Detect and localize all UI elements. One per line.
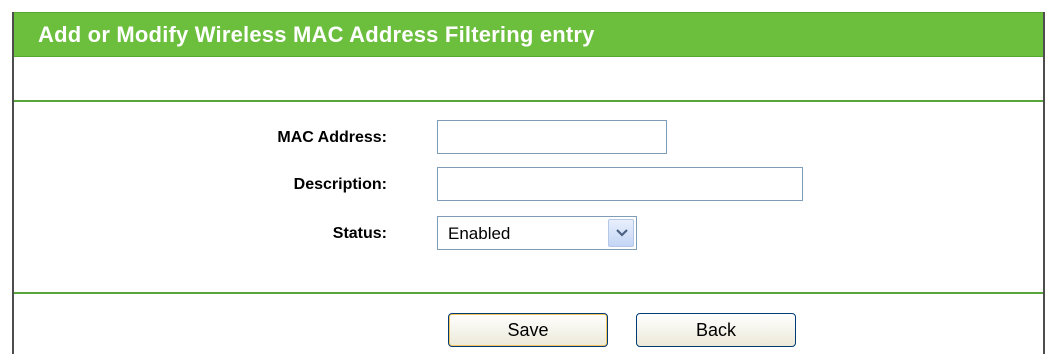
mac-address-label: MAC Address:: [277, 129, 387, 146]
back-button[interactable]: Back: [636, 313, 796, 347]
status-row: Status: Enabled: [14, 216, 1043, 252]
chevron-down-icon[interactable]: [608, 219, 634, 247]
status-label: Status:: [332, 225, 387, 242]
description-label: Description:: [293, 176, 387, 193]
content-frame: Add or Modify Wireless MAC Address Filte…: [12, 12, 1045, 354]
bottom-divider: [14, 292, 1043, 294]
save-button[interactable]: Save: [448, 313, 608, 347]
page-title: Add or Modify Wireless MAC Address Filte…: [38, 22, 595, 47]
title-bar: Add or Modify Wireless MAC Address Filte…: [14, 12, 1043, 57]
mac-address-input[interactable]: [437, 120, 667, 154]
description-input[interactable]: [437, 167, 803, 201]
mac-address-row: MAC Address:: [14, 120, 1043, 156]
description-row: Description:: [14, 167, 1043, 203]
status-select[interactable]: Enabled: [437, 216, 637, 250]
top-divider: [14, 100, 1043, 102]
status-selected-value: Enabled: [448, 224, 511, 243]
